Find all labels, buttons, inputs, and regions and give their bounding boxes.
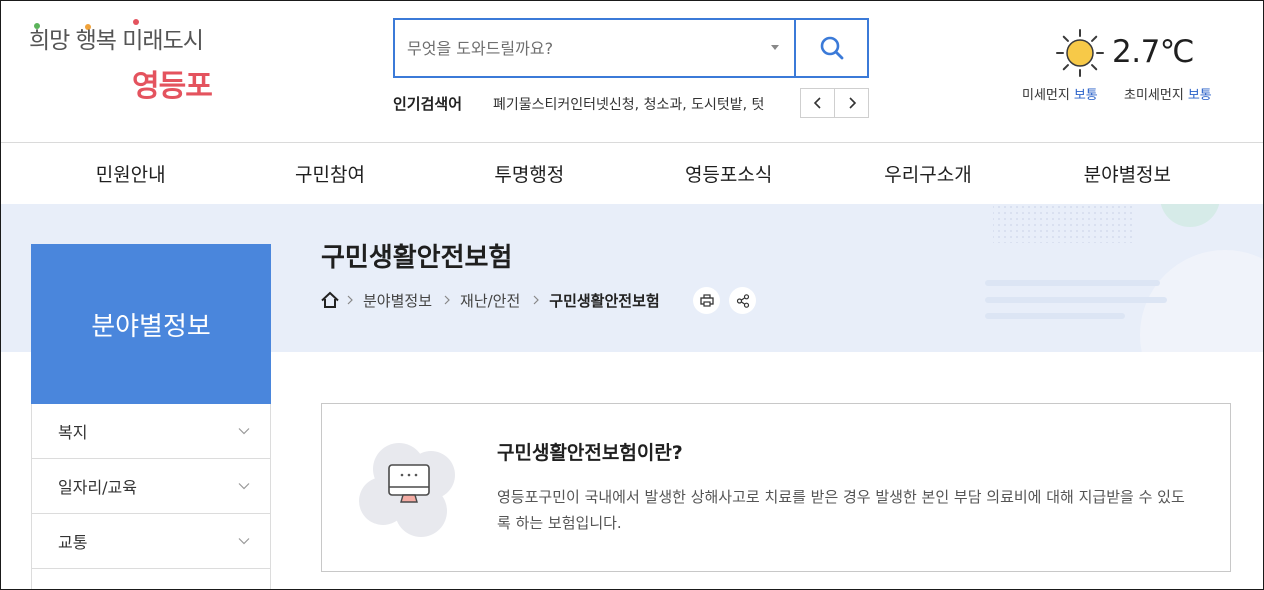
search-dropdown-icon[interactable] bbox=[771, 45, 779, 50]
site-logo[interactable]: 희망 행복 미래도시 영등포 bbox=[29, 14, 219, 110]
temperature: 2.7℃ bbox=[1112, 34, 1195, 70]
fine-dust-status: 미세먼지 보통 bbox=[1022, 87, 1098, 105]
intro-description: 영등포구민이 국내에서 발생한 상해사고로 치료를 받은 경우 발생한 본인 부… bbox=[497, 488, 1185, 532]
intro-heading: 구민생활안전보험이란? bbox=[497, 442, 683, 464]
breadcrumb: 분야별정보 재난/안전 구민생활안전보험 bbox=[320, 289, 660, 311]
nav-item-about[interactable]: 우리구소개 bbox=[828, 143, 1027, 204]
breadcrumb-home[interactable] bbox=[320, 291, 340, 309]
sidebar-item-transport[interactable]: 교통 bbox=[31, 514, 271, 569]
breadcrumb-separator-icon bbox=[444, 295, 450, 305]
chevron-down-icon bbox=[238, 483, 250, 490]
search-input[interactable] bbox=[395, 20, 794, 76]
search-box bbox=[393, 18, 869, 78]
ultrafine-dust-value: 보통 bbox=[1187, 88, 1212, 103]
monitor-illustration-icon bbox=[359, 443, 455, 537]
nav-item-civil-service[interactable]: 민원안내 bbox=[31, 143, 230, 204]
ultrafine-dust-status: 초미세먼지 보통 bbox=[1124, 87, 1212, 105]
logo-dot bbox=[133, 19, 139, 25]
sidebar-item-label: 교통 bbox=[58, 533, 88, 552]
popular-keywords-list[interactable]: 폐기물스티커인터넷신청, 청소과, 도시텃밭, 텃 bbox=[493, 94, 790, 114]
main-nav: 민원안내 구민참여 투명행정 영등포소식 우리구소개 분야별정보 bbox=[31, 143, 1227, 204]
sidebar-item-label: 일자리/교육 bbox=[58, 478, 137, 497]
search-field bbox=[395, 20, 794, 76]
breadcrumb-item[interactable]: 분야별정보 bbox=[363, 290, 432, 311]
chevron-right-icon bbox=[848, 97, 856, 109]
chevron-left-icon bbox=[813, 97, 821, 109]
nav-item-transparency[interactable]: 투명행정 bbox=[430, 143, 629, 204]
popular-keywords: 인기검색어 폐기물스티커인터넷신청, 청소과, 도시텃밭, 텃 bbox=[393, 89, 790, 118]
popular-prev-button[interactable] bbox=[801, 89, 834, 117]
sidebar-item-welfare[interactable]: 복지 bbox=[31, 404, 271, 459]
breadcrumb-separator-icon bbox=[533, 295, 540, 305]
print-icon bbox=[699, 294, 714, 307]
sidebar-item[interactable] bbox=[31, 569, 271, 590]
search-icon bbox=[820, 36, 843, 60]
print-button[interactable] bbox=[693, 287, 720, 314]
sidebar-title: 분야별정보 bbox=[31, 244, 271, 404]
sidebar-menu: 복지 일자리/교육 교통 bbox=[31, 404, 271, 590]
chevron-down-icon bbox=[238, 538, 250, 545]
logo-slogan: 희망 행복 미래도시 bbox=[29, 28, 204, 54]
chevron-down-icon bbox=[238, 428, 250, 435]
page: 희망 행복 미래도시 영등포 인기검색어 폐기물스티커인터넷신청, 청소과, 도… bbox=[0, 0, 1264, 590]
popular-next-button[interactable] bbox=[834, 89, 868, 117]
search-button[interactable] bbox=[794, 20, 867, 76]
fine-dust-value: 보통 bbox=[1073, 88, 1098, 103]
page-title: 구민생활안전보험 bbox=[321, 243, 513, 273]
home-icon bbox=[321, 291, 339, 308]
breadcrumb-item[interactable]: 재난/안전 bbox=[460, 290, 520, 311]
nav-item-topic-info[interactable]: 분야별정보 bbox=[1028, 143, 1227, 204]
ultrafine-dust-label: 초미세먼지 bbox=[1124, 88, 1184, 103]
share-button[interactable] bbox=[729, 287, 756, 314]
sun-icon bbox=[1056, 29, 1104, 77]
breadcrumb-current: 구민생활안전보험 bbox=[549, 291, 660, 310]
intro-box: 구민생활안전보험이란? 영등포구민이 국내에서 발생한 상해사고로 치료를 받은… bbox=[321, 403, 1231, 572]
share-icon bbox=[736, 293, 749, 308]
breadcrumb-separator-icon bbox=[347, 295, 353, 305]
logo-name: 영등포 bbox=[132, 69, 213, 104]
nav-item-news[interactable]: 영등포소식 bbox=[629, 143, 828, 204]
nav-item-participation[interactable]: 구민참여 bbox=[230, 143, 429, 204]
banner-decoration bbox=[985, 204, 1264, 352]
sidebar-item-jobs-education[interactable]: 일자리/교육 bbox=[31, 459, 271, 514]
popular-keywords-label: 인기검색어 bbox=[393, 95, 463, 113]
fine-dust-label: 미세먼지 bbox=[1022, 88, 1070, 103]
popular-keywords-pager bbox=[800, 88, 869, 118]
sidebar-item-label: 복지 bbox=[58, 423, 88, 442]
